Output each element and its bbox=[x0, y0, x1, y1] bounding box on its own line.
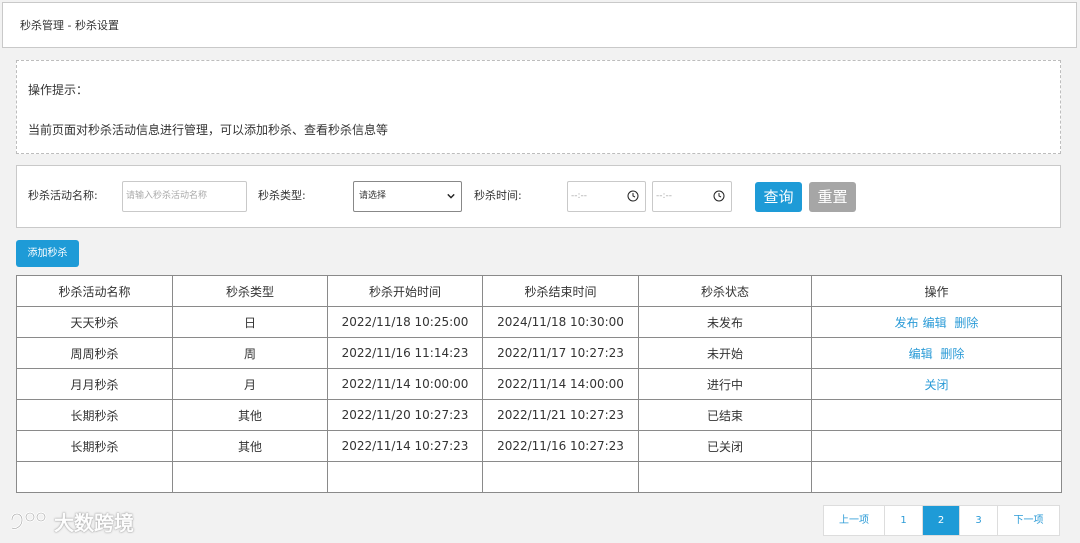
tips-title: 操作提示： bbox=[28, 83, 89, 97]
time-start-placeholder: --:-- bbox=[571, 191, 588, 201]
table-row: 周周秒杀 周 2022/11/16 11:14:23 2022/11/17 10… bbox=[16, 337, 1062, 369]
header-status: 秒杀状态 bbox=[638, 275, 812, 307]
table-row: 天天秒杀 日 2022/11/18 10:25:00 2024/11/18 10… bbox=[16, 306, 1062, 338]
pagination-page-1[interactable]: 1 bbox=[885, 506, 923, 535]
type-label: 秒杀类型: bbox=[258, 189, 306, 202]
cell-start: 2022/11/14 10:00:00 bbox=[327, 368, 483, 400]
filter-bar: 秒杀活动名称: 请输入秒杀活动名称 秒杀类型: 请选择 秒杀时间: --:-- … bbox=[16, 165, 1061, 228]
time-start-input[interactable]: --:-- bbox=[567, 181, 646, 212]
add-seckill-button[interactable]: 添加秒杀 bbox=[16, 240, 79, 267]
cell-type: 周 bbox=[172, 337, 328, 369]
watermark: 大数跨境 bbox=[8, 506, 134, 536]
clock-icon[interactable] bbox=[713, 190, 725, 202]
pagination: 上一项 1 2 3 下一项 bbox=[823, 505, 1060, 536]
pagination-next[interactable]: 下一项 bbox=[998, 506, 1059, 535]
cell-actions bbox=[811, 461, 1062, 493]
cell-actions: 编辑 删除 bbox=[811, 337, 1062, 369]
table-row: 长期秒杀 其他 2022/11/14 10:27:23 2022/11/16 1… bbox=[16, 430, 1062, 462]
pagination-page-2-current[interactable]: 2 bbox=[923, 506, 960, 535]
delete-link[interactable]: 删除 bbox=[940, 347, 964, 361]
cell-actions: 关闭 bbox=[811, 368, 1062, 400]
cell-end bbox=[482, 461, 639, 493]
type-select-value: 请选择 bbox=[359, 191, 387, 201]
table-row: 月月秒杀 月 2022/11/14 10:00:00 2022/11/14 14… bbox=[16, 368, 1062, 400]
cell-type: 其他 bbox=[172, 399, 328, 431]
tips-text: 当前页面对秒杀活动信息进行管理，可以添加秒杀、查看秒杀信息等 bbox=[28, 123, 389, 137]
pagination-page-3[interactable]: 3 bbox=[960, 506, 998, 535]
cell-status: 已关闭 bbox=[638, 430, 812, 462]
header-actions: 操作 bbox=[811, 275, 1062, 307]
cell-start: 2022/11/14 10:27:23 bbox=[327, 430, 483, 462]
chevron-down-icon bbox=[447, 193, 455, 199]
cell-end: 2022/11/16 10:27:23 bbox=[482, 430, 639, 462]
page: 秒杀管理 - 秒杀设置 操作提示： 当前页面对秒杀活动信息进行管理，可以添加秒杀… bbox=[0, 0, 1080, 543]
cell-end: 2022/11/17 10:27:23 bbox=[482, 337, 639, 369]
cell-status: 未开始 bbox=[638, 337, 812, 369]
edit-link[interactable]: 编辑 bbox=[909, 347, 933, 361]
seckill-table: 秒杀活动名称 秒杀类型 秒杀开始时间 秒杀结束时间 秒杀状态 操作 天天秒杀 日… bbox=[16, 275, 1062, 493]
watermark-text: 大数跨境 bbox=[54, 510, 134, 535]
cell-end: 2022/11/14 14:00:00 bbox=[482, 368, 639, 400]
header-activity-name: 秒杀活动名称 bbox=[16, 275, 173, 307]
cell-name: 月月秒杀 bbox=[16, 368, 173, 400]
cell-start: 2022/11/20 10:27:23 bbox=[327, 399, 483, 431]
header-type: 秒杀类型 bbox=[172, 275, 328, 307]
pagination-prev[interactable]: 上一项 bbox=[824, 506, 885, 535]
edit-link[interactable]: 编辑 bbox=[923, 316, 947, 330]
name-label: 秒杀活动名称: bbox=[28, 189, 98, 202]
publish-link[interactable]: 发布 bbox=[895, 316, 919, 330]
close-link[interactable]: 关闭 bbox=[924, 378, 948, 392]
table-header-row: 秒杀活动名称 秒杀类型 秒杀开始时间 秒杀结束时间 秒杀状态 操作 bbox=[16, 275, 1062, 307]
header-end-time: 秒杀结束时间 bbox=[482, 275, 639, 307]
delete-link[interactable]: 删除 bbox=[954, 316, 978, 330]
header-start-time: 秒杀开始时间 bbox=[327, 275, 483, 307]
cell-name bbox=[16, 461, 173, 493]
cell-type: 其他 bbox=[172, 430, 328, 462]
time-end-input[interactable]: --:-- bbox=[652, 181, 732, 212]
clock-icon[interactable] bbox=[627, 190, 639, 202]
name-input[interactable]: 请输入秒杀活动名称 bbox=[122, 181, 247, 212]
time-end-placeholder: --:-- bbox=[656, 191, 673, 201]
reset-button[interactable]: 重置 bbox=[809, 182, 856, 212]
cell-name: 长期秒杀 bbox=[16, 430, 173, 462]
cell-status: 进行中 bbox=[638, 368, 812, 400]
cell-name: 长期秒杀 bbox=[16, 399, 173, 431]
type-select[interactable]: 请选择 bbox=[353, 181, 462, 212]
name-input-placeholder: 请输入秒杀活动名称 bbox=[126, 191, 208, 201]
breadcrumb: 秒杀管理 - 秒杀设置 bbox=[2, 2, 1077, 48]
table-row: 长期秒杀 其他 2022/11/20 10:27:23 2022/11/21 1… bbox=[16, 399, 1062, 431]
tips-panel: 操作提示： 当前页面对秒杀活动信息进行管理，可以添加秒杀、查看秒杀信息等 bbox=[16, 60, 1061, 154]
cell-type bbox=[172, 461, 328, 493]
cell-actions bbox=[811, 430, 1062, 462]
cell-actions: 发布 编辑 删除 bbox=[811, 306, 1062, 338]
query-button[interactable]: 查询 bbox=[755, 182, 802, 212]
cell-status: 未发布 bbox=[638, 306, 812, 338]
cell-type: 日 bbox=[172, 306, 328, 338]
cell-start bbox=[327, 461, 483, 493]
watermark-logo-icon bbox=[10, 511, 47, 530]
cell-end: 2024/11/18 10:30:00 bbox=[482, 306, 639, 338]
cell-status: 已结束 bbox=[638, 399, 812, 431]
cell-name: 天天秒杀 bbox=[16, 306, 173, 338]
cell-status bbox=[638, 461, 812, 493]
cell-actions bbox=[811, 399, 1062, 431]
table-row-empty bbox=[16, 461, 1062, 493]
time-label: 秒杀时间: bbox=[474, 189, 522, 202]
cell-type: 月 bbox=[172, 368, 328, 400]
cell-start: 2022/11/18 10:25:00 bbox=[327, 306, 483, 338]
cell-name: 周周秒杀 bbox=[16, 337, 173, 369]
cell-start: 2022/11/16 11:14:23 bbox=[327, 337, 483, 369]
cell-end: 2022/11/21 10:27:23 bbox=[482, 399, 639, 431]
